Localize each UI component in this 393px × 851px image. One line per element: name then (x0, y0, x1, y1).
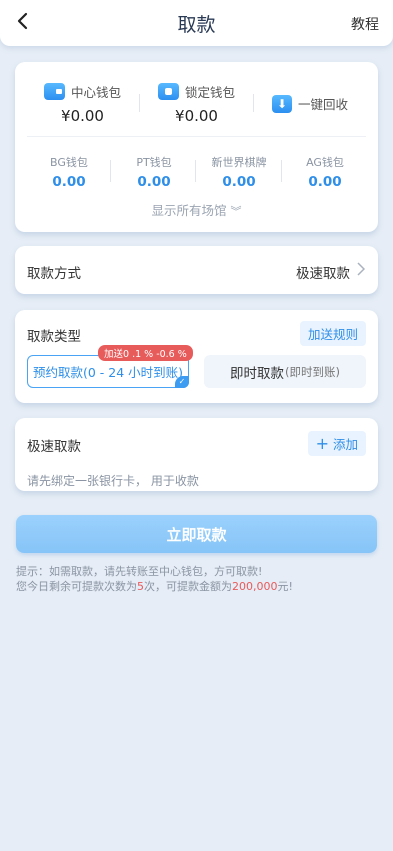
instant-withdraw-option[interactable]: 即时取款 (即时到账) (204, 355, 366, 388)
venue-amount: 0.00 (52, 174, 86, 190)
add-bank-card-button[interactable]: + 添加 (307, 431, 366, 456)
tips-line-2: 您今日剩余可提款次数为5次，可提款金额为200,000元! (16, 580, 293, 593)
tutorial-link[interactable]: 教程 (351, 14, 379, 34)
show-all-label: 显示所有场馆 (151, 203, 227, 218)
chevron-right-icon (357, 262, 366, 280)
double-chevron-down-icon: ︾ (230, 205, 242, 218)
back-button[interactable] (8, 6, 38, 36)
plus-icon: + (315, 433, 329, 453)
wallet-card: 中心钱包 ¥0.00 锁定钱包 ¥0.00 ⬇ 一键回收 BG钱包 0.00 P… (15, 62, 378, 232)
page-title: 取款 (177, 13, 216, 36)
locked-wallet-amount: ¥0.00 (175, 107, 218, 125)
remaining-count: 5 (137, 580, 144, 593)
back-arrow-icon (17, 12, 28, 30)
wallet-icon (44, 83, 65, 100)
withdraw-method-row[interactable]: 取款方式 极速取款 (15, 246, 378, 294)
bank-hint-text: 请先绑定一张银行卡， 用于收款 (27, 474, 199, 488)
instant-withdraw-sublabel: (即时到账) (285, 364, 340, 379)
method-value: 极速取款 (296, 266, 350, 282)
venue-name: 新世界棋牌 (211, 156, 267, 169)
center-wallet-amount: ¥0.00 (61, 107, 104, 125)
venue-pt: PT钱包 0.00 (119, 154, 189, 190)
recycle-label: 一键回收 (298, 97, 349, 112)
bonus-rules-button[interactable]: 加送规则 (299, 321, 366, 346)
method-label: 取款方式 (27, 266, 81, 282)
bonus-badge: 加送0 .1 % -0.6 % (98, 345, 193, 361)
show-all-venues-button[interactable]: 显示所有场馆 ︾ (15, 200, 378, 219)
venue-name: AG钱包 (306, 156, 344, 169)
reserve-withdraw-label: 预约取款(0 - 24 小时到账) (32, 365, 184, 380)
venue-name: PT钱包 (136, 156, 172, 169)
venue-amount: 0.00 (308, 174, 342, 190)
venue-name: BG钱包 (50, 156, 88, 169)
venue-amount: 0.00 (137, 174, 171, 190)
add-label: 添加 (332, 437, 358, 452)
locked-wallet: 锁定钱包 ¥0.00 (158, 82, 235, 125)
withdraw-now-button[interactable]: 立即取款 (16, 515, 377, 553)
tips-text: 提示：如需取款，请先转账至中心钱包，方可取款! 您今日剩余可提款次数为5次，可提… (16, 564, 293, 594)
remaining-amount: 200,000 (232, 580, 278, 593)
one-click-recycle-button[interactable]: ⬇ 一键回收 (272, 94, 348, 113)
lock-wallet-icon (158, 83, 179, 100)
venue-ag: AG钱包 0.00 (290, 154, 360, 190)
locked-wallet-label: 锁定钱包 (185, 85, 236, 100)
bank-section-label: 极速取款 (27, 439, 81, 455)
bank-card-section: 极速取款 + 添加 请先绑定一张银行卡， 用于收款 (15, 418, 378, 491)
type-label: 取款类型 (27, 329, 81, 345)
venue-amount: 0.00 (222, 174, 256, 190)
download-icon: ⬇ (272, 94, 292, 113)
tips-line-1: 提示：如需取款，请先转账至中心钱包，方可取款! (16, 565, 263, 578)
venue-new-world: 新世界棋牌 0.00 (204, 154, 274, 190)
withdraw-type-card: 取款类型 加送规则 预约取款(0 - 24 小时到账) ✓ 加送0 .1 % -… (15, 310, 378, 403)
check-icon: ✓ (175, 376, 189, 388)
instant-withdraw-label: 即时取款 (230, 365, 284, 382)
center-wallet-label: 中心钱包 (71, 85, 122, 100)
center-wallet: 中心钱包 ¥0.00 (44, 82, 121, 125)
venue-bg: BG钱包 0.00 (34, 154, 104, 190)
top-header: 取款 教程 (0, 0, 393, 46)
